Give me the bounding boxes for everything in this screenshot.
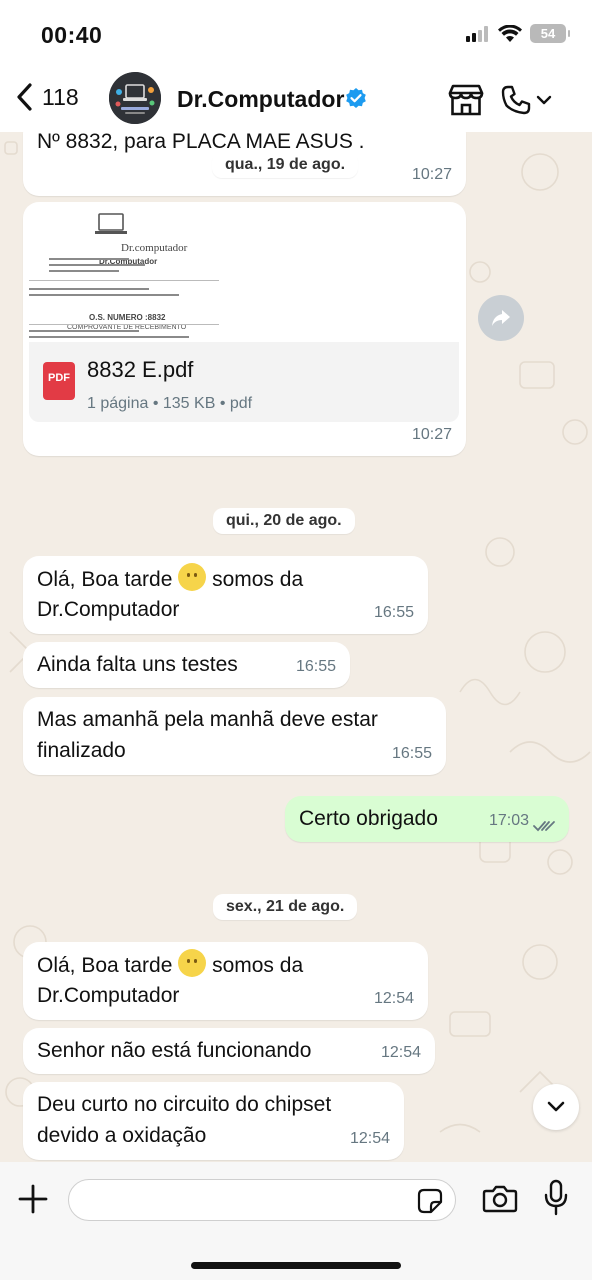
message-incoming-document[interactable]: Dr.computador Dr.Computador O.S. NUMERO …	[23, 202, 466, 456]
message-time: 16:55	[373, 604, 414, 621]
pdf-preview-rule	[49, 258, 129, 260]
forward-button[interactable]	[478, 295, 524, 341]
status-bar: 00:40 54	[0, 0, 592, 70]
chat-header: 118 Dr.Computador	[0, 70, 592, 132]
share-icon	[492, 310, 510, 326]
battery-level: 54	[540, 26, 556, 41]
message-time: 10:27	[411, 166, 452, 183]
pdf-file-name: 8832 E.pdf	[87, 357, 194, 382]
message-time: 10:27	[411, 426, 452, 443]
pdf-file-meta: 1 página • 135 KB • pdf	[87, 395, 253, 412]
sticker-icon	[417, 1188, 443, 1214]
read-receipt-icon	[533, 821, 555, 832]
back-button[interactable]: 118	[14, 82, 79, 112]
avatar-image	[109, 72, 161, 124]
pdf-preview-rule	[29, 294, 179, 296]
plus-icon	[18, 1184, 48, 1214]
message-text: Olá, Boa tarde somos da	[37, 563, 303, 595]
camera-button[interactable]	[482, 1184, 518, 1219]
battery-icon: 54	[530, 24, 570, 43]
sticker-button[interactable]	[417, 1188, 443, 1219]
message-time: 17:03	[488, 812, 529, 829]
message-incoming[interactable]: Deu curto no circuito do chipset devido …	[23, 1082, 404, 1160]
signal-icon	[466, 25, 488, 42]
message-incoming[interactable]: Olá, Boa tarde somos da Dr.Computador 12…	[23, 942, 428, 1020]
pdf-icon: PDF	[43, 362, 75, 400]
pdf-attachment[interactable]: PDF 8832 E.pdf 1 página • 135 KB • pdf	[29, 342, 459, 422]
message-text-line2: Dr.Computador	[37, 984, 180, 1007]
microphone-icon	[544, 1179, 568, 1216]
pdf-preview-rule	[29, 288, 149, 290]
chevron-left-icon	[17, 83, 32, 111]
message-text: Mas amanhã pela manhã deve estar	[37, 708, 378, 731]
message-text: Olá, Boa tarde somos da	[37, 949, 303, 981]
pdf-preview-rule	[29, 324, 219, 325]
smile-emoji-icon	[178, 563, 207, 591]
scroll-to-bottom-button[interactable]	[533, 1084, 579, 1130]
message-text: Certo obrigado	[299, 807, 438, 830]
pdf-preview-line: Dr.Computador	[99, 257, 158, 266]
pdf-preview-rule	[29, 336, 189, 338]
message-input-box[interactable]	[68, 1179, 456, 1221]
message-time: 12:54	[349, 1130, 390, 1147]
message-text: Ainda falta uns testes	[37, 653, 238, 676]
message-text-line2: finalizado	[37, 739, 126, 762]
wifi-icon	[498, 24, 522, 42]
status-time: 00:40	[41, 22, 103, 48]
message-incoming[interactable]: Mas amanhã pela manhã deve estar finaliz…	[23, 697, 446, 775]
pdf-preview-rule	[29, 330, 139, 332]
message-time: 12:54	[373, 990, 414, 1007]
unread-count: 118	[42, 83, 79, 110]
date-chip: qui., 20 de ago.	[213, 508, 355, 534]
message-incoming[interactable]: Senhor não está funcionando 12:54	[23, 1028, 435, 1074]
message-incoming[interactable]: Ainda falta uns testes 16:55	[23, 642, 350, 688]
camera-icon	[482, 1185, 518, 1213]
store-icon	[448, 84, 484, 116]
chevron-down-icon	[536, 95, 552, 105]
catalog-button[interactable]	[447, 83, 485, 122]
composer-bar	[0, 1162, 592, 1280]
pdf-preview[interactable]: Dr.computador Dr.Computador O.S. NUMERO …	[29, 208, 459, 340]
microphone-button[interactable]	[543, 1179, 569, 1222]
chat-area[interactable]: Nº 8832, para PLACA MÃE ASUS . 10:27 qua…	[0, 132, 592, 1162]
message-incoming[interactable]: Olá, Boa tarde somos da Dr.Computador 16…	[23, 556, 428, 634]
message-time: 12:54	[380, 1044, 421, 1061]
call-button[interactable]	[500, 84, 552, 116]
message-outgoing[interactable]: Certo obrigado 17:03	[285, 796, 569, 842]
pdf-preview-rule	[49, 270, 119, 272]
pdf-preview-rule	[49, 264, 145, 266]
contact-name[interactable]: Dr.Computador	[177, 86, 344, 113]
message-text: Senhor não está funcionando	[37, 1039, 312, 1062]
date-chip: sex., 21 de ago.	[213, 894, 358, 920]
status-icons: 54	[466, 24, 570, 43]
message-time: 16:55	[295, 658, 336, 675]
home-indicator	[191, 1262, 401, 1269]
smile-emoji-icon	[178, 949, 207, 977]
attach-button[interactable]	[16, 1182, 50, 1221]
message-text-line2: Dr.Computador	[37, 598, 180, 621]
chevron-down-icon	[547, 1101, 565, 1112]
message-time: 16:55	[391, 745, 432, 762]
phone-icon	[501, 85, 531, 115]
avatar[interactable]	[109, 72, 161, 124]
pdf-preview-rule	[29, 280, 219, 281]
date-chip: qua., 19 de ago.	[212, 152, 359, 178]
message-input[interactable]	[83, 1188, 413, 1214]
message-text-line2: devido a oxidação	[37, 1124, 207, 1147]
verified-badge-icon	[346, 88, 366, 108]
message-text: Deu curto no circuito do chipset	[37, 1093, 332, 1116]
